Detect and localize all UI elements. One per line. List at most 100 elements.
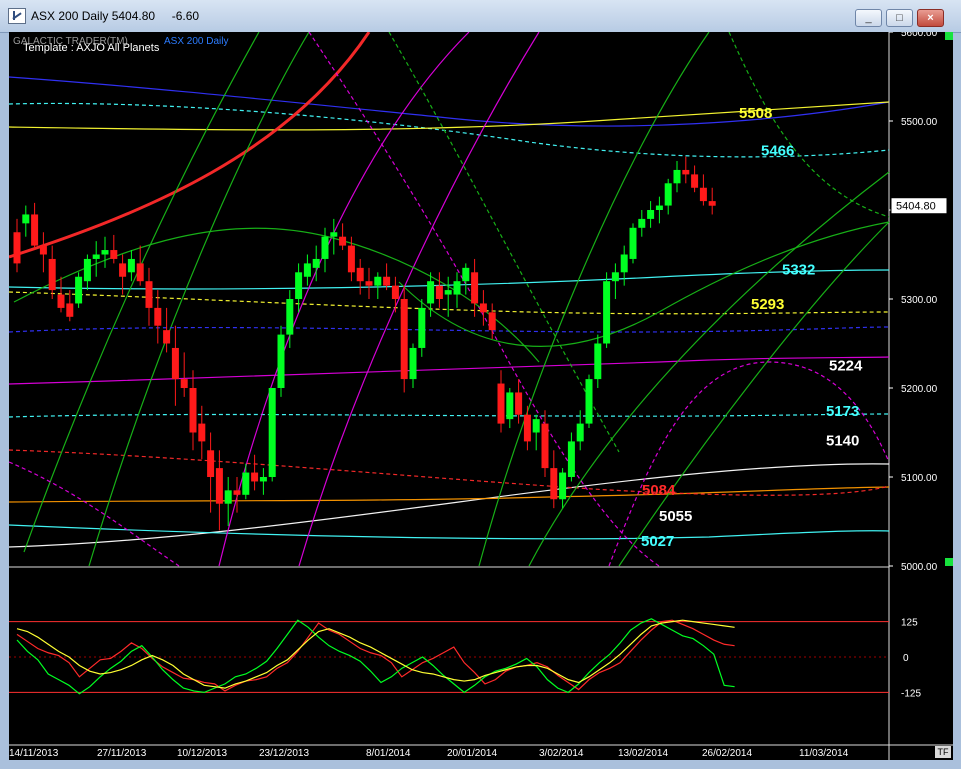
candle-body-15 [145,281,153,308]
candle-body-12 [119,263,127,277]
candle-body-67 [603,281,611,344]
close-icon: × [927,12,934,24]
candle-body-25 [233,490,241,495]
candle-body-46 [418,307,426,348]
level-label-5084: 5084 [642,482,676,499]
candle-body-39 [356,267,364,282]
candle-body-71 [638,218,646,228]
candle-body-1 [22,214,30,224]
candle-body-51 [462,267,470,282]
candle-body-62 [559,472,567,500]
candle-body-59 [532,419,540,433]
level-label-5466: 5466 [761,142,794,159]
title-bar[interactable]: ASX 200 Daily 5404.80 -6.60 _ □ × [0,0,961,33]
candle-body-61 [550,468,558,500]
candle-body-6 [66,303,74,317]
level-label-5140: 5140 [826,432,859,449]
x-axis-label-2: 10/12/2013 [177,748,227,759]
candle-body-52 [471,272,479,304]
x-axis-label-6: 3/02/2014 [539,748,584,759]
candle-body-43 [391,285,399,299]
candle-body-77 [691,174,699,188]
level-label-5293: 5293 [751,296,784,313]
candle-body-41 [374,276,382,286]
x-axis-label-1: 27/11/2013 [97,748,147,759]
candle-body-70 [629,227,637,259]
timeframe-button[interactable]: TF [935,746,951,758]
chart-window: ASX 200 Daily 5404.80 -6.60 _ □ × GALACT… [0,0,961,769]
candle-body-24 [224,490,232,504]
series-label: ASX 200 Daily [164,36,228,47]
level-label-5055: 5055 [659,508,692,525]
maximize-button[interactable]: □ [886,9,913,27]
candle-body-58 [523,414,531,442]
chart-app-icon [8,8,26,24]
x-axis-label-9: 11/03/2014 [799,748,849,759]
level-label-5027: 5027 [641,533,674,550]
candle-body-21 [198,423,206,442]
candle-body-68 [611,272,619,282]
candle-body-7 [75,276,83,304]
candle-body-29 [268,388,276,477]
top-resize-marker[interactable] [945,32,953,40]
price-axis-label-0: 5600.00 [901,32,938,39]
candle-body-35 [321,236,329,259]
candle-body-23 [215,468,223,504]
x-axis-label-0: 14/11/2013 [9,748,59,759]
candle-body-56 [506,392,514,420]
candle-body-37 [339,236,347,246]
candle-body-31 [286,299,294,335]
astro-price-chart[interactable]: GALACTIC TRADER(TM) ASX 200 DailyTemplate… [9,32,953,760]
x-axis-label-7: 13/02/2014 [618,748,668,759]
minimize-button[interactable]: _ [855,9,882,27]
candle-body-76 [682,169,690,175]
maximize-icon: □ [896,12,903,24]
price-axis-label-3: 5300.00 [901,295,938,306]
candle-body-45 [409,347,417,380]
template-label: Template : AXJO All Planets [23,42,160,54]
price-chart-panel[interactable]: GALACTIC TRADER(TM) ASX 200 Daily Template… [9,32,953,760]
candle-body-54 [488,312,496,331]
candle-body-0 [13,232,21,264]
candle-body-44 [400,299,408,380]
oscillator-axis-label-1: 0 [903,653,909,664]
candle-body-69 [620,254,628,273]
candle-body-38 [347,245,355,273]
candle-body-72 [647,210,655,219]
candle-body-50 [453,281,461,295]
candle-body-11 [110,250,118,259]
candle-body-75 [673,169,681,184]
price-axis-label-5: 5100.00 [901,473,938,484]
candle-body-19 [180,379,188,388]
price-axis-label-6: 5000.00 [901,562,938,573]
candle-body-60 [541,423,549,469]
candle-body-18 [171,347,179,380]
candle-body-26 [242,472,250,495]
candle-body-13 [127,258,135,273]
candle-body-64 [576,423,584,442]
candle-body-2 [31,214,39,246]
x-axis-label-3: 23/12/2013 [259,748,309,759]
current-price-label: 5404.80 [896,201,936,213]
candle-body-65 [585,379,593,424]
candle-body-32 [295,272,303,299]
candle-body-66 [594,343,602,380]
middle-resize-marker[interactable] [945,558,953,566]
level-label-5224: 5224 [829,358,863,375]
candle-body-17 [163,330,171,344]
candle-body-57 [515,392,523,415]
candle-body-40 [365,281,373,286]
candle-body-42 [383,276,391,286]
candle-body-3 [39,245,47,255]
level-label-5173: 5173 [826,403,859,420]
x-axis-label-4: 8/01/2014 [366,748,411,759]
candle-body-14 [136,263,144,282]
candle-body-33 [303,263,311,277]
candle-body-34 [312,258,320,268]
close-button[interactable]: × [917,9,944,27]
chart-background [9,32,953,760]
candle-body-73 [655,205,663,210]
x-axis-label-8: 26/02/2014 [702,748,752,759]
candle-body-4 [48,258,56,291]
candle-body-63 [567,441,575,477]
